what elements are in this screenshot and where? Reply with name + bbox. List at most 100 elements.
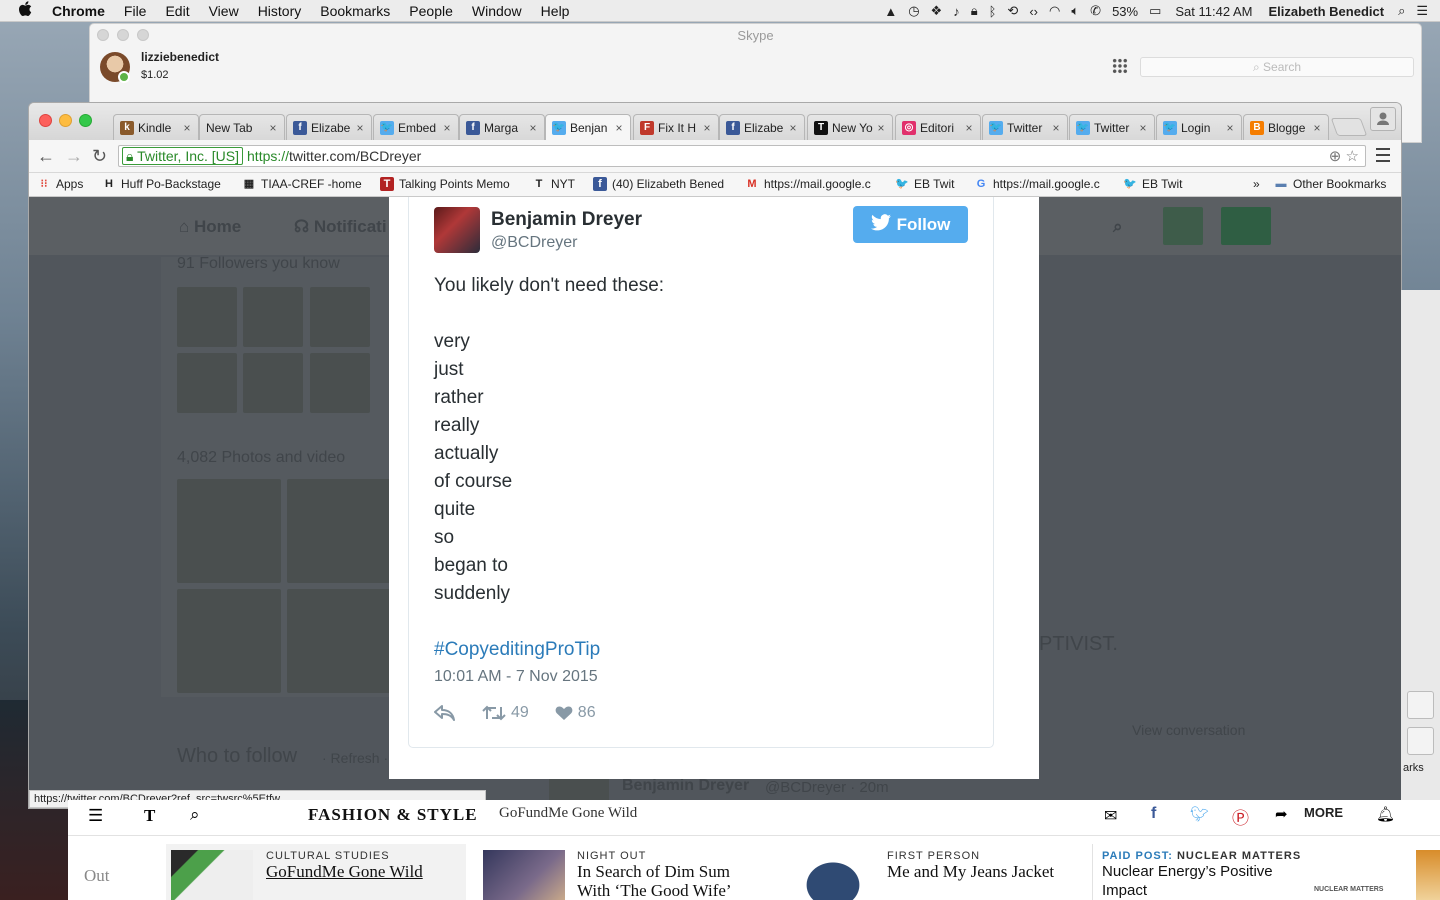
back-button[interactable]: ← — [37, 146, 55, 167]
minimize-window-button[interactable] — [59, 114, 72, 127]
close-tab-icon[interactable]: × — [353, 121, 367, 135]
pinterest-icon[interactable]: Ⓟ — [1232, 804, 1249, 829]
section-title[interactable]: FASHION & STYLE — [308, 805, 478, 825]
follower-avatar[interactable] — [243, 287, 303, 347]
reload-button[interactable]: ↻ — [92, 146, 107, 167]
story-headline[interactable]: Nuclear Energy’s Positive Impact — [1102, 862, 1302, 900]
media-thumbnail[interactable] — [287, 589, 391, 693]
avatar[interactable] — [434, 207, 480, 253]
search-input[interactable]: ⌕ Search — [1140, 57, 1414, 77]
close-tab-icon[interactable]: × — [180, 121, 194, 135]
tweet-author-name[interactable]: Benjamin Dreyer — [491, 209, 642, 231]
tab-twitter[interactable]: 🐦 Twitter × — [1069, 114, 1155, 140]
tab-elizabe[interactable]: f Elizabe × — [286, 114, 372, 140]
bookmark-apps[interactable]: ⁝⁝ Apps — [37, 177, 84, 191]
story-card[interactable]: NIGHT OUT In Search of Dim Sum With ‘The… — [577, 850, 767, 900]
menu-file[interactable]: File — [124, 3, 147, 19]
menu-history[interactable]: History — [258, 3, 302, 19]
tab-twitter[interactable]: 🐦 Twitter × — [982, 114, 1068, 140]
lock-icon[interactable]: 🔒︎ — [971, 3, 978, 19]
bookmark-talking-points-memo[interactable]: T Talking Points Memo — [380, 177, 510, 191]
tab-editori[interactable]: ◎ Editori × — [895, 114, 981, 140]
skype-username[interactable]: lizziebenedict — [141, 50, 219, 64]
follower-avatar[interactable] — [177, 287, 237, 347]
drive-icon[interactable]: ▲ — [884, 4, 897, 19]
more-button[interactable]: MORE — [1304, 805, 1343, 820]
photos-and-videos[interactable]: 4,082 Photos and video — [177, 449, 345, 467]
close-tab-icon[interactable]: × — [1136, 121, 1150, 135]
story-thumbnail[interactable] — [483, 850, 565, 900]
code-icon[interactable]: ‹› — [1029, 4, 1038, 19]
close-tab-icon[interactable]: × — [1049, 121, 1063, 135]
prev-card-fragment[interactable]: Out — [84, 866, 110, 886]
volume-icon[interactable]: 🔈︎ — [1071, 3, 1079, 19]
follow-button[interactable]: Follow — [853, 206, 968, 243]
tab-marga[interactable]: f Marga × — [459, 114, 545, 140]
hashtag-link[interactable]: #CopyeditingProTip — [434, 636, 974, 664]
close-tab-icon[interactable]: × — [1223, 121, 1237, 135]
follower-avatar[interactable] — [310, 353, 370, 413]
tab-new-yo[interactable]: T New Yo × — [807, 114, 893, 140]
battery-percent[interactable]: 53% — [1112, 4, 1138, 19]
ev-certificate-badge[interactable]: 🔒︎ Twitter, Inc. [US] — [122, 147, 244, 165]
phone-icon[interactable]: ✆ — [1090, 3, 1101, 19]
twitter-icon[interactable]: 🐦︎ — [1190, 805, 1209, 823]
menu-app-name[interactable]: Chrome — [52, 3, 105, 19]
close-tab-icon[interactable]: × — [1310, 121, 1324, 135]
story-thumbnail[interactable] — [792, 850, 874, 900]
email-icon[interactable]: ✉ — [1104, 806, 1117, 826]
follower-avatar[interactable] — [243, 353, 303, 413]
profile-button[interactable] — [1407, 691, 1434, 719]
story-thumbnail[interactable] — [1416, 850, 1440, 900]
bookmark-tiaa-cref-home[interactable]: ▦ TIAA-CREF -home — [242, 177, 362, 191]
bookmark-huff-po-backstage[interactable]: H Huff Po-Backstage — [102, 177, 221, 191]
bg-tweet-author[interactable]: Benjamin Dreyer — [622, 777, 749, 795]
view-conversation-link[interactable]: View conversation — [1132, 722, 1245, 738]
bookmark-eb-twit[interactable]: 🐦 EB Twit — [895, 177, 954, 191]
bluetooth-icon[interactable]: ᛒ — [989, 4, 997, 19]
follower-avatar[interactable] — [310, 287, 370, 347]
avatar[interactable] — [1163, 207, 1203, 245]
notification-center-icon[interactable]: ☰ — [1416, 3, 1428, 19]
close-window-button[interactable] — [39, 114, 52, 127]
story-card[interactable]: FIRST PERSON Me and My Jeans Jacket — [887, 850, 1054, 900]
refresh-link[interactable]: · Refresh · — [322, 750, 388, 766]
battery-icon[interactable]: ▭ — [1149, 3, 1161, 19]
share-arrow-icon[interactable]: ➦ — [1275, 805, 1288, 823]
close-tab-icon[interactable]: × — [526, 121, 540, 135]
story-card[interactable]: CULTURAL STUDIES GoFundMe Gone Wild — [266, 850, 423, 900]
tasks-icon[interactable]: ◷ — [908, 3, 919, 19]
nyt-logo-icon[interactable]: T — [144, 806, 155, 826]
menu-window[interactable]: Window — [472, 3, 522, 19]
tab-new-tab[interactable]: New Tab × — [199, 114, 285, 140]
zoom-window-button[interactable] — [79, 114, 92, 127]
zoom-icon[interactable]: ⊕ — [1329, 148, 1342, 165]
bookmark-star-icon[interactable]: ☆ — [1346, 148, 1359, 165]
menu-edit[interactable]: Edit — [165, 3, 189, 19]
apple-icon[interactable] — [18, 1, 36, 20]
home-nav[interactable]: ⌂ Home — [179, 217, 241, 237]
close-tab-icon[interactable]: × — [612, 121, 626, 135]
menu-view[interactable]: View — [209, 3, 239, 19]
media-thumbnail[interactable] — [177, 479, 281, 583]
bookmark-https-mail-google-c[interactable]: Mhttps://mail.google.c — [745, 177, 870, 191]
close-tab-icon[interactable]: × — [786, 121, 800, 135]
menu-people[interactable]: People — [409, 3, 453, 19]
story-headline[interactable]: Me and My Jeans Jacket — [887, 862, 1054, 881]
time-machine-icon[interactable]: ⟲ — [1007, 3, 1018, 19]
user-name[interactable]: Elizabeth Benedict — [1268, 4, 1384, 19]
media-thumbnail[interactable] — [287, 479, 391, 583]
notification-bell-icon[interactable]: ♪ — [953, 4, 960, 19]
story-thumbnail[interactable] — [171, 850, 253, 900]
dialpad-icon[interactable] — [1112, 58, 1128, 74]
menu-bookmarks[interactable]: Bookmarks — [320, 3, 390, 19]
retweet-button[interactable]: 49 — [482, 704, 529, 722]
address-bar[interactable]: 🔒︎ Twitter, Inc. [US] https://twitter.co… — [118, 145, 1366, 167]
new-tab-button[interactable] — [1330, 118, 1368, 136]
follower-avatar[interactable] — [177, 353, 237, 413]
bookmark-eb-twit[interactable]: 🐦 EB Twit — [1123, 177, 1182, 191]
followers-you-know[interactable]: 91 Followers you know — [177, 255, 340, 273]
tab-blogge[interactable]: B Blogge × — [1243, 114, 1329, 140]
tab-fix-it-h[interactable]: F Fix It H × — [633, 114, 719, 140]
tweet-author-handle[interactable]: @BCDreyer — [491, 234, 577, 252]
